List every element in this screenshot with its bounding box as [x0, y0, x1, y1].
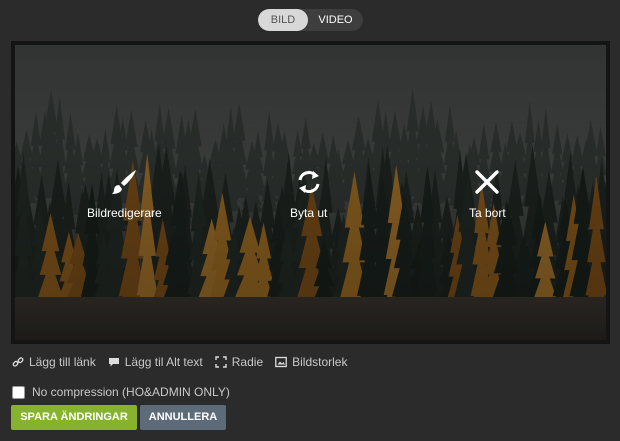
add-link-button[interactable]: Lägg till länk — [12, 355, 96, 369]
replace-image-button[interactable]: Byta ut — [290, 167, 327, 220]
save-changes-button[interactable]: SPARA ÄNDRINGAR — [11, 405, 137, 430]
link-icon — [12, 357, 24, 367]
no-compression-row: No compression (HO&ADMIN ONLY) — [12, 385, 230, 399]
corners-icon — [215, 356, 227, 368]
tab-video[interactable]: VIDEO — [308, 9, 363, 31]
radius-button[interactable]: Radie — [215, 355, 263, 369]
image-options-row: Lägg till länk Lägg til Alt text Radie B… — [12, 355, 359, 369]
media-type-toggle: BILD VIDEO — [258, 9, 363, 31]
no-compression-label: No compression (HO&ADMIN ONLY) — [32, 385, 230, 399]
image-editor-label: Bildredigerare — [87, 206, 162, 220]
image-icon — [275, 356, 287, 368]
refresh-icon — [298, 171, 320, 193]
replace-image-label: Byta ut — [290, 206, 328, 220]
no-compression-checkbox[interactable] — [12, 385, 25, 399]
alt-text-button[interactable]: Lägg til Alt text — [108, 355, 203, 369]
alt-text-label: Lägg til Alt text — [124, 355, 203, 369]
paintbrush-icon — [112, 170, 137, 194]
remove-image-button[interactable]: Ta bort — [469, 167, 506, 220]
image-size-label: Bildstorlek — [292, 355, 348, 369]
remove-image-label: Ta bort — [469, 206, 506, 220]
add-link-label: Lägg till länk — [29, 355, 96, 369]
image-preview-frame: Bildredigerare Byta ut Ta bort — [11, 41, 610, 344]
image-editor-button[interactable]: Bildredigerare — [87, 167, 162, 220]
close-icon — [475, 170, 500, 194]
radius-label: Radie — [231, 355, 264, 369]
cancel-button[interactable]: ANNULLERA — [140, 405, 226, 430]
comment-icon — [108, 358, 119, 367]
image-size-button[interactable]: Bildstorlek — [275, 355, 347, 369]
tab-image[interactable]: BILD — [258, 9, 308, 31]
